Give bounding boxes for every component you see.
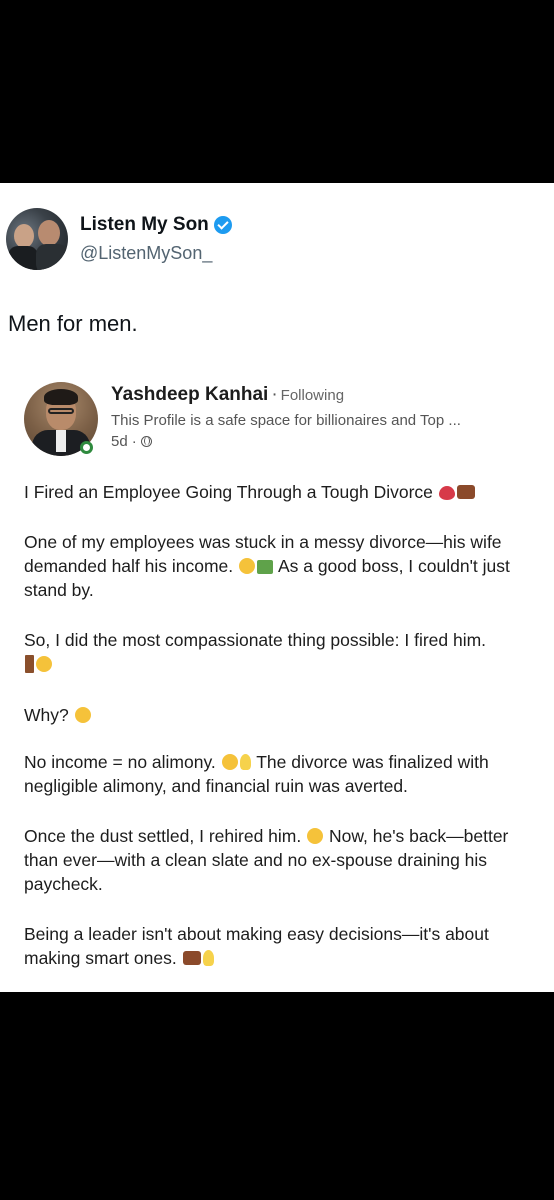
bottom-black-bar (0, 992, 554, 1200)
follow-status[interactable]: Following (281, 387, 344, 404)
waving-hand-icon (36, 656, 52, 672)
paragraph-5-part-a: Once the dust settled, I rehired him. (24, 826, 302, 846)
post-title-text: I Fired an Employee Going Through a Toug… (24, 482, 433, 502)
post-paragraph-5: Once the dust settled, I rehired him. No… (24, 824, 539, 896)
slightly-frowning-face-icon (307, 828, 324, 844)
post-paragraph-4: No income = no alimony. The divorce was … (24, 750, 539, 798)
post-author-headline: This Profile is a safe space for billion… (111, 412, 461, 429)
top-black-bar (0, 0, 554, 183)
post-paragraph-2: So, I did the most compassionate thing p… (24, 628, 539, 676)
tweet-text: Men for men. (8, 311, 138, 336)
post-paragraph-3: Why? (24, 703, 539, 727)
shocked-face-icon (239, 558, 256, 574)
post-age: 5d (111, 433, 128, 450)
light-bulb-icon (202, 950, 214, 966)
light-bulb-icon (239, 754, 251, 770)
post-paragraph-1: One of my employees was stuck in a messy… (24, 530, 539, 602)
door-icon (25, 655, 34, 673)
post-title: I Fired an Employee Going Through a Toug… (24, 480, 539, 504)
globe-icon (140, 436, 152, 447)
briefcase-icon (182, 951, 201, 965)
tweet-author-handle[interactable]: @ListenMySon_ (80, 243, 212, 264)
meta-dot: · (131, 433, 137, 450)
post-meta: 5d · (111, 433, 152, 450)
verified-badge-icon (213, 216, 232, 234)
money-mouth-face-icon (221, 754, 238, 770)
post-author-name[interactable]: Yashdeep Kanhai (111, 384, 268, 405)
thinking-face-icon (74, 707, 91, 723)
tweet-author-name[interactable]: Listen My Son (80, 214, 209, 236)
tweet-author-name-row[interactable]: Listen My Son (80, 214, 232, 236)
tweet-author-avatar[interactable] (6, 208, 68, 270)
money-with-wings-icon (257, 560, 274, 574)
paragraph-3-text: Why? (24, 705, 69, 725)
separator-dot: · (271, 384, 278, 405)
open-to-work-status-icon (80, 441, 93, 454)
broken-heart-icon (438, 486, 455, 500)
post-paragraph-6: Being a leader isn't about making easy d… (24, 922, 539, 970)
paragraph-2-text: So, I did the most compassionate thing p… (24, 630, 487, 650)
paragraph-4-part-a: No income = no alimony. (24, 752, 216, 772)
post-author-row: Yashdeep Kanhai · Following (111, 384, 344, 406)
paragraph-6-text: Being a leader isn't about making easy d… (24, 924, 489, 968)
briefcase-icon (456, 485, 475, 499)
